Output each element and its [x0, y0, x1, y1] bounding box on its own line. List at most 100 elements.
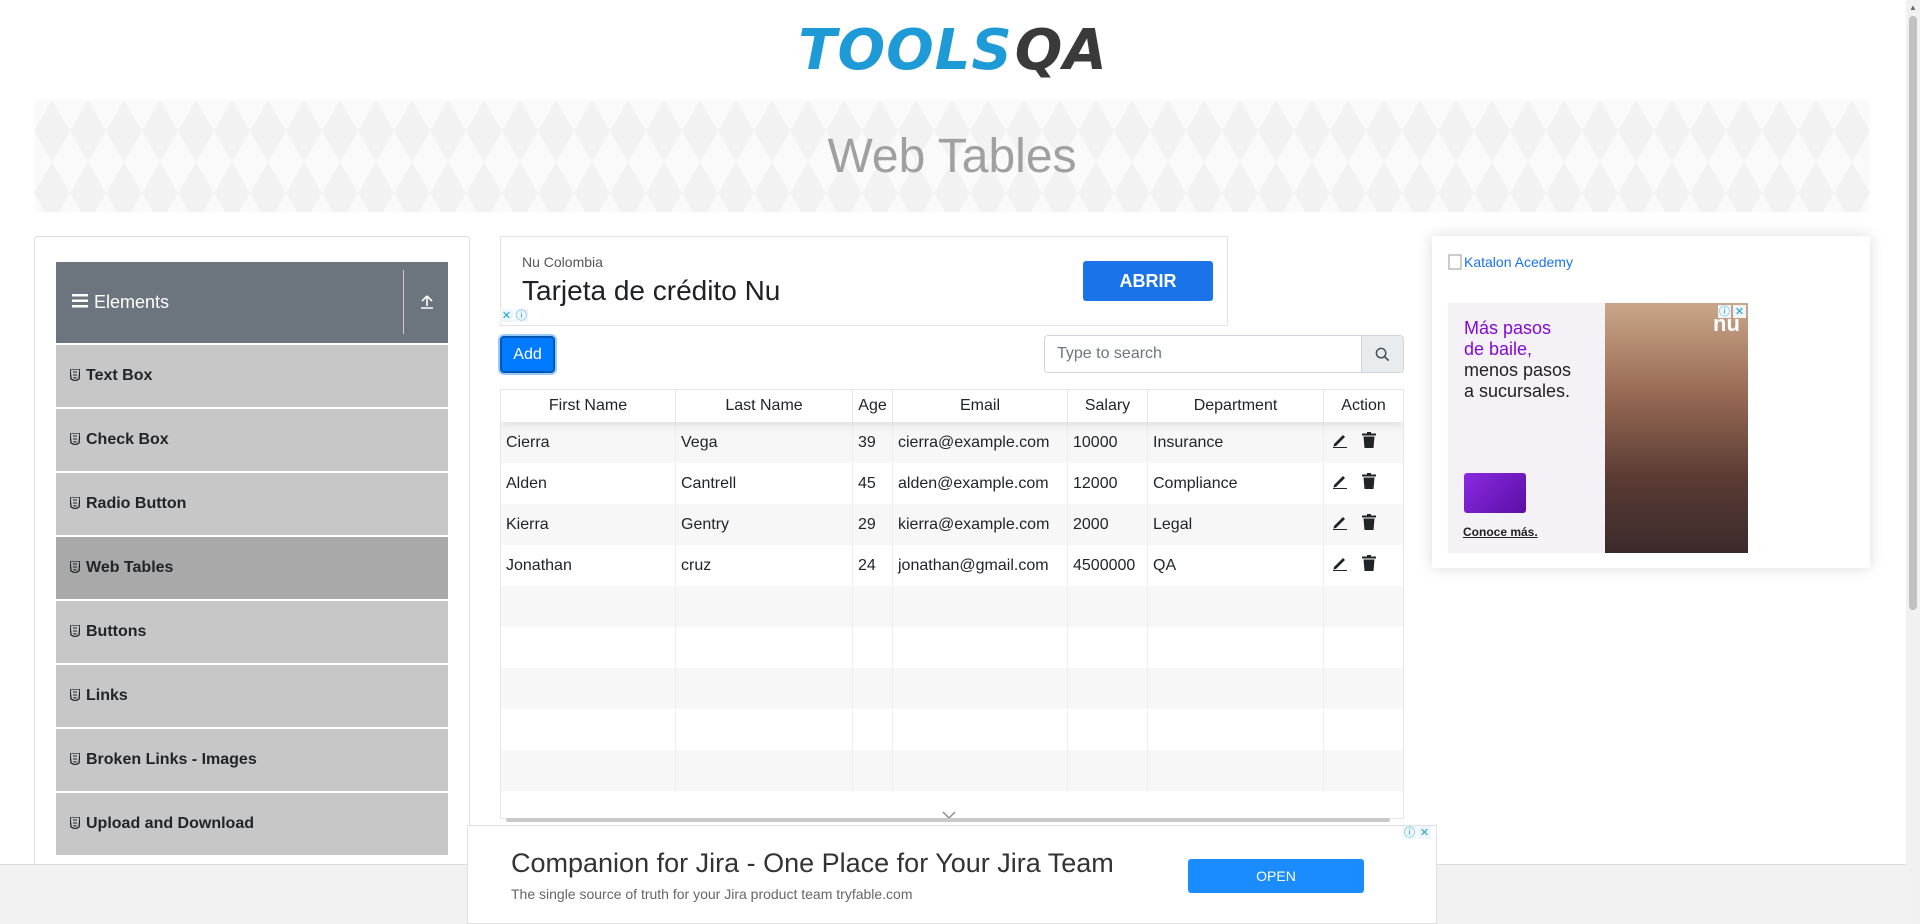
header: TOOLS QA	[0, 10, 1906, 90]
cell-email	[893, 586, 1068, 627]
cell-salary	[1068, 586, 1148, 627]
table-row	[501, 709, 1403, 750]
right-ad-choices[interactable]: ⓘ ✕	[1718, 305, 1746, 318]
cell-email: cierra@example.com	[893, 422, 1068, 463]
column-header-email[interactable]: Email	[893, 390, 1068, 422]
sidebar-item-broken-links-images[interactable]: Broken Links - Images	[56, 727, 448, 791]
web-table: First Name Last Name Age Email Salary Departm…	[500, 389, 1404, 819]
info-icon[interactable]: ⓘ	[515, 309, 528, 322]
cell-age	[853, 668, 893, 709]
cell-last-name: Gentry	[676, 504, 853, 545]
column-header-first-name[interactable]: First Name	[501, 390, 676, 422]
sidebar-item-web-tables[interactable]: Web Tables	[56, 535, 448, 599]
close-icon[interactable]: ✕	[1733, 305, 1746, 318]
cell-action	[1324, 627, 1403, 668]
sidebar-item-label: Broken Links - Images	[86, 751, 257, 768]
cell-department	[1148, 750, 1324, 791]
sidebar-item-label: Check Box	[86, 431, 169, 448]
cell-first-name	[501, 668, 676, 709]
cell-first-name	[501, 627, 676, 668]
nu-ad-creative[interactable]: Más pasos de baile, menos pasos a sucurs…	[1448, 303, 1748, 553]
sidebar-item-label: Links	[86, 687, 128, 704]
header-divider	[403, 270, 404, 334]
toolsqa-logo[interactable]: TOOLS QA	[798, 10, 1107, 90]
sidebar-item-upload-and-download[interactable]: Upload and Download	[56, 791, 448, 855]
page-scrollbar[interactable]: ▲	[1906, 0, 1920, 924]
cell-action	[1324, 750, 1403, 791]
edit-icon[interactable]	[1332, 555, 1348, 576]
cell-salary: 2000	[1068, 504, 1148, 545]
credit-card-image	[1464, 473, 1526, 513]
right-ad[interactable]: Katalon Acedemy Más pasos de baile, meno…	[1432, 236, 1870, 568]
sidebar-item-label: Upload and Download	[86, 815, 254, 832]
broken-image-link[interactable]: Katalon Acedemy	[1448, 254, 1573, 270]
ad-more-link[interactable]: Conoce más.	[1463, 525, 1538, 539]
top-ad[interactable]: Nu Colombia Tarjeta de crédito Nu ABRIR	[500, 236, 1228, 326]
cell-first-name: Alden	[501, 463, 676, 504]
cell-department: Insurance	[1148, 422, 1324, 463]
delete-icon[interactable]	[1362, 473, 1376, 494]
cell-age: 24	[853, 545, 893, 586]
elements-group-header[interactable]: Elements	[56, 262, 448, 343]
cell-salary	[1068, 709, 1148, 750]
table-body: Cierra Vega 39 cierra@example.com 10000 Insur…	[501, 422, 1403, 791]
sidebar-item-label: Radio Button	[86, 495, 187, 512]
table-horizontal-scrollbar[interactable]	[506, 818, 1390, 822]
html5-icon	[69, 623, 81, 640]
sidebar-item-links[interactable]: Links	[56, 663, 448, 727]
ad-headline[interactable]: Tarjeta de crédito Nu	[522, 275, 780, 307]
bottom-ad-choices[interactable]: ⓘ ✕	[1403, 826, 1431, 839]
add-button[interactable]: Add	[500, 336, 555, 373]
cell-age	[853, 586, 893, 627]
sidebar-item-buttons[interactable]: Buttons	[56, 599, 448, 663]
cell-action	[1324, 586, 1403, 627]
column-header-last-name[interactable]: Last Name	[676, 390, 853, 422]
collapse-button[interactable]	[412, 284, 442, 320]
delete-icon[interactable]	[1362, 514, 1376, 535]
delete-icon[interactable]	[1362, 555, 1376, 576]
ad-cta-button[interactable]: ABRIR	[1083, 261, 1213, 301]
scroll-up-arrow-icon[interactable]: ▲	[1909, 3, 1917, 12]
scrollbar-thumb[interactable]	[1909, 16, 1917, 610]
bottom-ad[interactable]: Companion for Jira - One Place for Your …	[467, 825, 1437, 924]
logo-qa-text: QA	[1014, 17, 1108, 83]
page-title: Web Tables	[827, 129, 1077, 183]
edit-icon[interactable]	[1332, 432, 1348, 453]
cell-email: jonathan@gmail.com	[893, 545, 1068, 586]
ad-choices[interactable]: ✕ ⓘ	[500, 309, 528, 322]
column-header-department[interactable]: Department	[1148, 390, 1324, 422]
sidebar-item-check-box[interactable]: Check Box	[56, 407, 448, 471]
table-row: Alden Cantrell 45 alden@example.com 12000 Com…	[501, 463, 1403, 504]
close-icon[interactable]: ✕	[1418, 826, 1431, 839]
info-icon[interactable]: ⓘ	[1403, 826, 1416, 839]
column-header-salary[interactable]: Salary	[1068, 390, 1148, 422]
edit-icon[interactable]	[1332, 514, 1348, 535]
cell-age	[853, 627, 893, 668]
column-header-age[interactable]: Age	[853, 390, 893, 422]
cell-age: 29	[853, 504, 893, 545]
edit-icon[interactable]	[1332, 473, 1348, 494]
cell-salary: 10000	[1068, 422, 1148, 463]
html5-icon	[69, 687, 81, 704]
bottom-ad-open-button[interactable]: OPEN	[1188, 859, 1364, 893]
delete-icon[interactable]	[1362, 432, 1376, 453]
table-row: Jonathan cruz 24 jonathan@gmail.com 4500000 Q…	[501, 545, 1403, 586]
cell-action	[1324, 422, 1403, 463]
cell-action	[1324, 709, 1403, 750]
cell-salary: 12000	[1068, 463, 1148, 504]
bottom-ad-headline[interactable]: Companion for Jira - One Place for Your …	[511, 848, 1114, 879]
html5-icon	[69, 495, 81, 512]
page-banner: Web Tables	[34, 100, 1870, 212]
search-button[interactable]	[1361, 336, 1403, 372]
sidebar-item-radio-button[interactable]: Radio Button	[56, 471, 448, 535]
close-icon[interactable]: ✕	[500, 309, 513, 322]
cell-salary	[1068, 627, 1148, 668]
cell-department	[1148, 668, 1324, 709]
hamburger-icon	[72, 291, 88, 314]
search-input[interactable]	[1045, 336, 1361, 372]
sidebar-item-text-box[interactable]: Text Box	[56, 343, 448, 407]
column-header-action[interactable]: Action	[1324, 390, 1403, 422]
html5-icon	[69, 751, 81, 768]
cell-last-name	[676, 750, 853, 791]
info-icon[interactable]: ⓘ	[1718, 305, 1731, 318]
